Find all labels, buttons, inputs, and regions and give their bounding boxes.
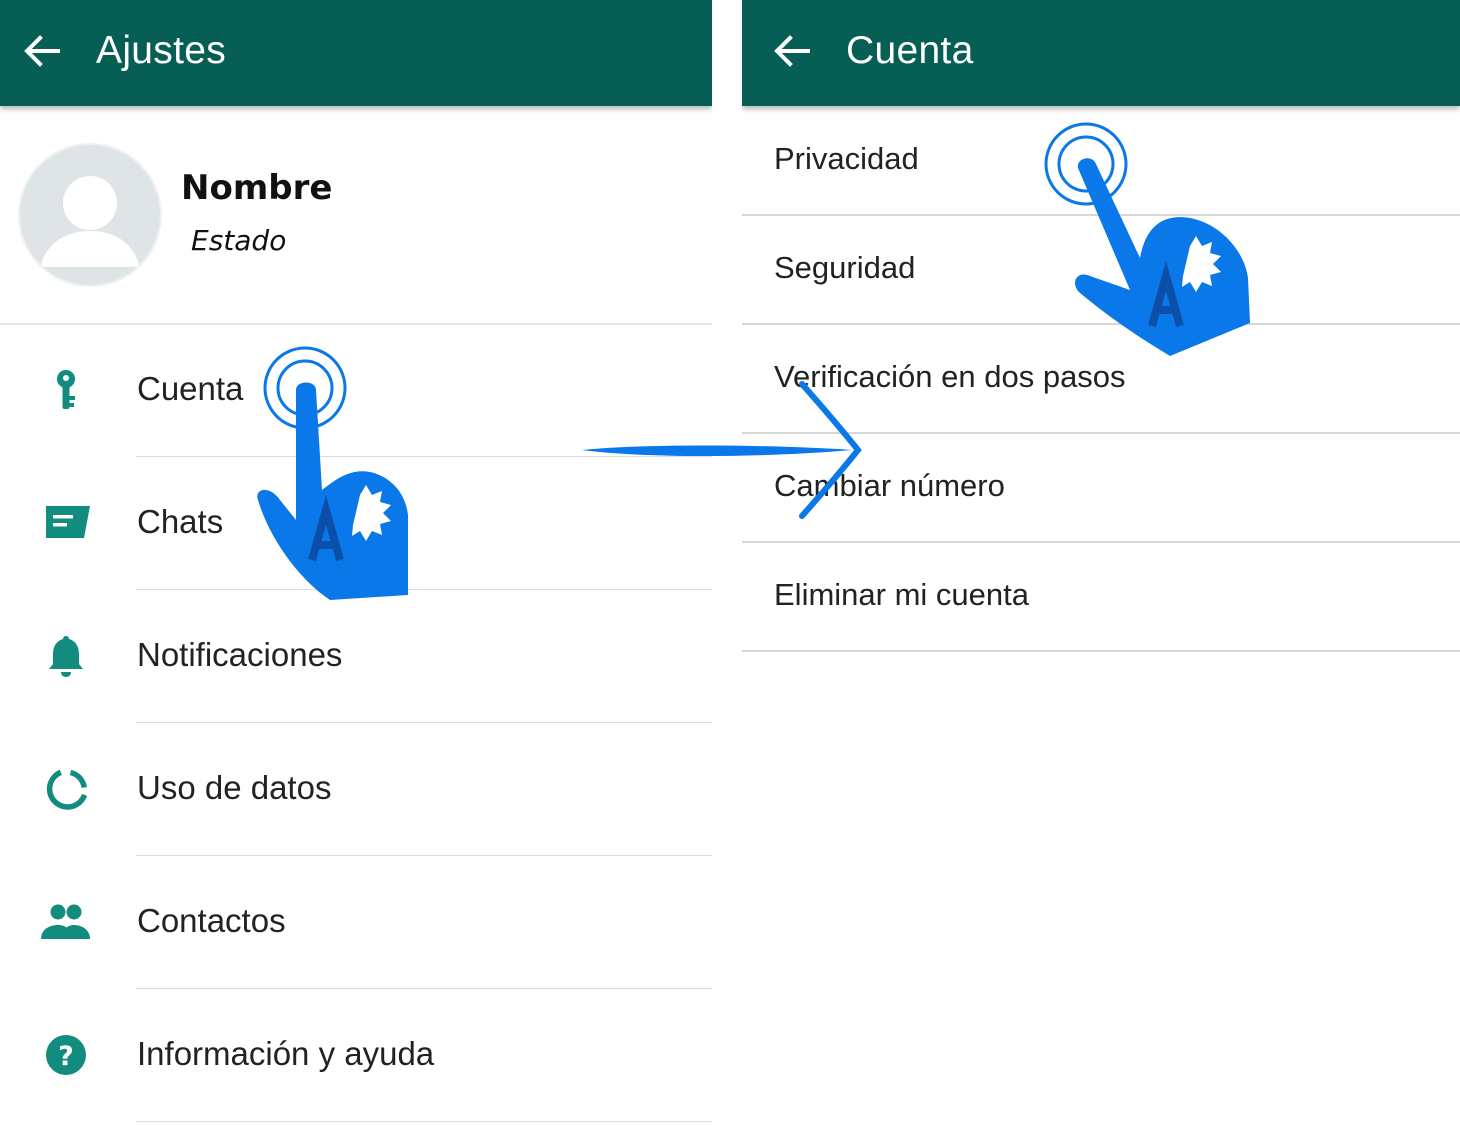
profile-status: Estado xyxy=(191,224,287,257)
chat-icon xyxy=(38,500,94,548)
settings-item-chats[interactable]: Chats xyxy=(0,457,712,590)
settings-screen: Ajustes Nombre Estado Cuenta Chats Notif… xyxy=(0,0,712,1126)
settings-item-contactos[interactable]: Contactos xyxy=(0,856,712,989)
key-icon xyxy=(38,367,94,415)
account-item-seguridad[interactable]: Seguridad xyxy=(742,216,1460,325)
panel-gap xyxy=(712,0,742,1126)
settings-item-label: Uso de datos xyxy=(137,769,332,806)
profile-name: Nombre xyxy=(181,168,333,208)
settings-item-informacion-y-ayuda[interactable]: ? Información y ayuda xyxy=(0,989,712,1122)
account-item-eliminar-cuenta[interactable]: Eliminar mi cuenta xyxy=(742,543,1460,652)
account-item-label: Verificación en dos pasos xyxy=(774,359,1126,394)
help-icon: ? xyxy=(38,1032,94,1080)
account-toolbar: Cuenta xyxy=(742,0,1460,106)
settings-item-uso-de-datos[interactable]: Uso de datos xyxy=(0,723,712,856)
bell-icon xyxy=(38,633,94,681)
avatar[interactable] xyxy=(20,145,160,285)
settings-item-label: Cuenta xyxy=(137,370,244,407)
svg-text:?: ? xyxy=(58,1041,74,1072)
account-screen: Cuenta Privacidad Seguridad Verificación… xyxy=(742,0,1460,1126)
settings-item-label: Información y ayuda xyxy=(137,1035,435,1072)
page-title: Cuenta xyxy=(846,29,974,72)
account-item-verificacion[interactable]: Verificación en dos pasos xyxy=(742,325,1460,434)
account-item-label: Seguridad xyxy=(774,250,916,285)
profile-row[interactable]: Nombre Estado xyxy=(0,106,712,325)
page-title: Ajustes xyxy=(96,29,226,72)
settings-toolbar: Ajustes xyxy=(0,0,712,106)
account-item-cambiar-numero[interactable]: Cambiar número xyxy=(742,434,1460,543)
divider xyxy=(136,1121,712,1122)
back-arrow-icon[interactable] xyxy=(772,31,812,71)
settings-item-cuenta[interactable]: Cuenta xyxy=(0,324,712,457)
account-item-label: Eliminar mi cuenta xyxy=(774,577,1029,612)
data-usage-icon xyxy=(38,766,94,814)
account-item-label: Privacidad xyxy=(774,141,919,176)
account-item-label: Cambiar número xyxy=(774,468,1005,503)
settings-item-label: Notificaciones xyxy=(137,636,343,673)
settings-item-label: Chats xyxy=(137,503,224,540)
contacts-icon xyxy=(38,899,94,947)
settings-item-label: Contactos xyxy=(137,902,286,939)
back-arrow-icon[interactable] xyxy=(22,31,62,71)
account-item-privacidad[interactable]: Privacidad xyxy=(742,107,1460,216)
settings-item-notificaciones[interactable]: Notificaciones xyxy=(0,590,712,723)
